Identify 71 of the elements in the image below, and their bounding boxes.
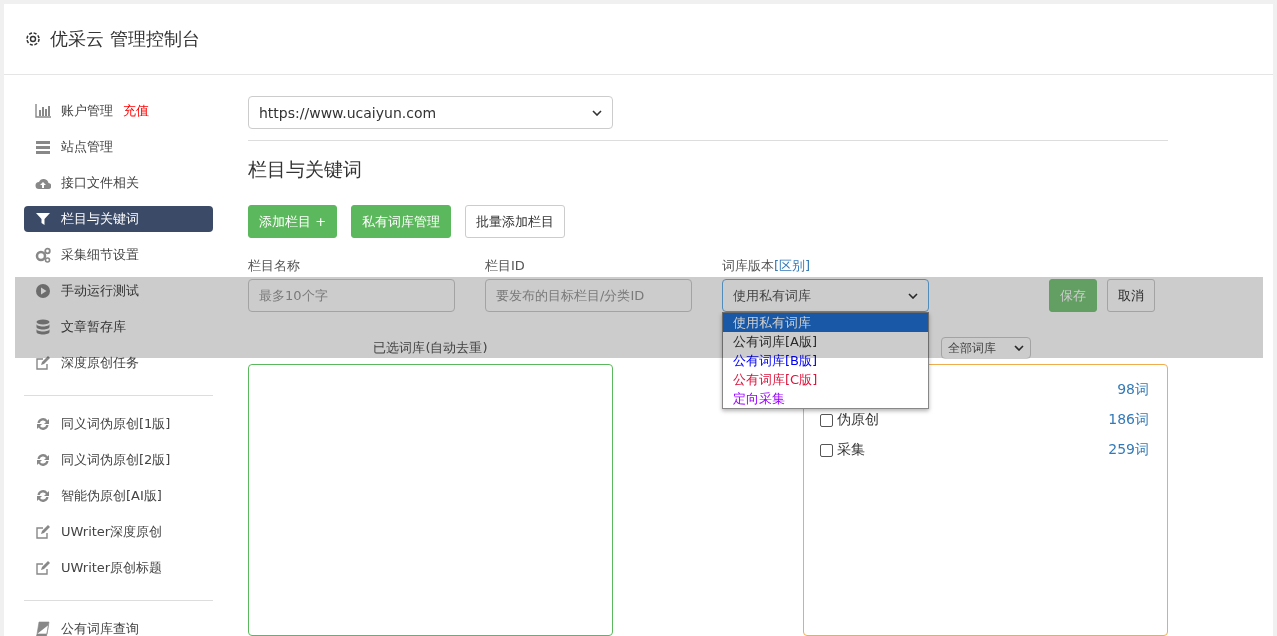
sidebar-label: UWriter原创标题 (61, 559, 163, 577)
refresh-icon (35, 416, 51, 432)
sidebar-label: 账户管理 (61, 102, 113, 120)
library-checkbox[interactable] (820, 413, 833, 427)
chart-icon (35, 103, 51, 119)
dropdown-option[interactable]: 公有词库[B版] (723, 351, 928, 370)
action-button[interactable]: 批量添加栏目 (465, 205, 566, 238)
library-checkbox[interactable] (820, 443, 833, 457)
cancel-button[interactable]: 取消 (1107, 279, 1155, 312)
field-label: 词库版本[区别] (722, 257, 812, 275)
site-select[interactable]: https://www.ucaiyun.com (248, 96, 613, 129)
dropdown-option[interactable]: 定向采集 (723, 389, 928, 408)
settings-icon (24, 30, 42, 48)
edit-icon (35, 524, 51, 540)
gears-icon (35, 247, 51, 263)
word-count: 259词 (1108, 441, 1149, 459)
sidebar-item[interactable]: UWriter原创标题 (24, 555, 213, 581)
sidebar-label: 接口文件相关 (61, 174, 139, 192)
sidebar-item[interactable]: 同义词伪原创[1版] (24, 411, 213, 437)
caret-icon (592, 109, 602, 116)
sidebar-item[interactable]: 账户管理 充值 (24, 98, 213, 124)
library-name: 伪原创 (837, 411, 879, 429)
sidebar-item[interactable]: 公有词库查询 (24, 616, 213, 636)
version-select[interactable]: 使用私有词库 (722, 279, 929, 312)
sidebar-label: 深度原创任务 (61, 354, 139, 372)
edit-icon (35, 560, 51, 576)
id-input[interactable]: 要发布的目标栏目/分类ID (485, 279, 692, 312)
sidebar-label: 站点管理 (61, 138, 113, 156)
library-filter-select[interactable]: 全部词库 (941, 337, 1031, 359)
sidebar-label: UWriter深度原创 (61, 523, 163, 541)
play-icon (35, 283, 51, 299)
sidebar-label: 手动运行测试 (61, 282, 139, 300)
sidebar-label: 公有词库查询 (61, 620, 139, 636)
word-count: 98词 (1117, 381, 1149, 399)
sidebar-item[interactable]: 栏目与关键词 (24, 206, 213, 232)
sidebar-label: 采集细节设置 (61, 246, 139, 264)
filter-icon (35, 211, 51, 227)
sidebar-label: 同义词伪原创[2版] (61, 451, 171, 469)
server-icon (35, 139, 51, 155)
sidebar-label: 同义词伪原创[1版] (61, 415, 171, 433)
library-name: 采集 (837, 441, 865, 459)
refresh-icon (35, 452, 51, 468)
section-heading: 栏目与关键词 (248, 157, 363, 182)
sidebar-label: 栏目与关键词 (61, 210, 139, 228)
sidebar-item[interactable]: 同义词伪原创[2版] (24, 447, 213, 473)
recharge-link[interactable]: 充值 (123, 102, 149, 120)
refresh-icon (35, 488, 51, 504)
field-label: 栏目ID (485, 257, 526, 275)
sidebar-item[interactable]: 站点管理 (24, 134, 213, 160)
sidebar-item[interactable]: 智能伪原创[AI版] (24, 483, 213, 509)
caret-icon (1014, 345, 1024, 351)
dropdown-option[interactable]: 公有词库[A版] (723, 332, 928, 351)
difference-link[interactable]: [区别] (774, 258, 811, 273)
sidebar-label: 智能伪原创[AI版] (61, 487, 162, 505)
dropdown-option[interactable]: 公有词库[C版] (723, 370, 928, 389)
sidebar-item[interactable]: UWriter深度原创 (24, 519, 213, 545)
sidebar-item[interactable]: 手动运行测试 (24, 278, 213, 304)
console-title: 优采云 管理控制台 (50, 27, 200, 51)
name-input[interactable]: 最多10个字 (248, 279, 455, 312)
dropdown-option[interactable]: 使用私有词库 (723, 313, 928, 332)
sidebar-label: 文章暂存库 (61, 318, 126, 336)
edit-icon (35, 355, 51, 371)
caret-icon (908, 292, 918, 299)
field-label: 栏目名称 (248, 257, 301, 275)
panel-title: 已选词库(自动去重) (372, 339, 489, 357)
sidebar-item[interactable]: 接口文件相关 (24, 170, 213, 196)
sidebar-item[interactable]: 文章暂存库 (24, 314, 213, 340)
database-icon (35, 319, 51, 335)
sidebar-item[interactable]: 采集细节设置 (24, 242, 213, 268)
sidebar-item[interactable]: 深度原创任务 (24, 350, 213, 376)
word-count: 186词 (1108, 411, 1149, 429)
